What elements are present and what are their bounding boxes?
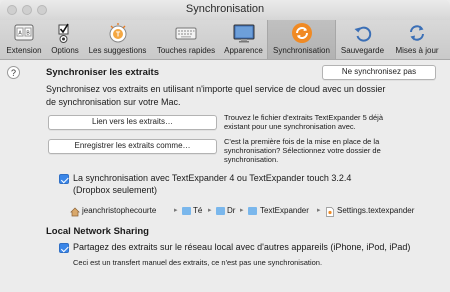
file-icon: [326, 207, 334, 217]
tab-updates[interactable]: Mises à jour: [389, 20, 445, 59]
home-icon: [70, 207, 80, 217]
path-segment-4: TextExpander: [260, 206, 309, 215]
link-note-line1: Trouvez le fichier d'extraits TextExpand…: [224, 113, 384, 122]
updates-icon: [410, 25, 424, 41]
folder-icon: [248, 207, 257, 215]
tab-extension-label: Extension: [6, 46, 42, 55]
tab-extension[interactable]: A B Extension: [2, 20, 46, 59]
sync-icon: [291, 23, 312, 43]
path-segment-file: Settings.textexpander: [337, 206, 415, 215]
tab-options[interactable]: Options: [47, 20, 83, 59]
save-snippets-button[interactable]: Enregistrer les extraits comme…: [48, 139, 217, 154]
extension-icon: A B: [14, 24, 34, 41]
share-local-label: Partagez des extraits sur le réseau loca…: [73, 242, 411, 252]
toolbar: A B Extension Options T Les suggestions …: [0, 20, 450, 60]
appearance-icon: [233, 24, 254, 43]
share-local-note: Ceci est un transfert manuel des extrait…: [73, 258, 323, 267]
svg-text:T: T: [115, 32, 120, 39]
link-note-line2: existant pour une synchronisation avec.: [224, 122, 356, 131]
local-network-heading: Local Network Sharing: [46, 226, 149, 237]
save-note-line2: synchronisation? Sélectionnez votre doss…: [224, 146, 381, 155]
tab-hotkeys[interactable]: Touches rapides: [152, 20, 220, 59]
tab-updates-label: Mises à jour: [395, 46, 439, 55]
te4-sync-label-line2: (Dropbox seulement): [73, 185, 158, 195]
tab-suggestions-label: Les suggestions: [88, 46, 147, 55]
window-title: Synchronisation: [185, 3, 265, 15]
tab-backup-label: Sauvegarde: [340, 46, 385, 55]
tab-synchronisation-label: Synchronisation: [273, 46, 330, 55]
tab-options-label: Options: [51, 46, 79, 55]
sync-description-line2: de synchronisation sur votre Mac.: [46, 97, 181, 107]
help-button[interactable]: ?: [7, 66, 20, 79]
te4-sync-label-line1: La synchronisation avec TextExpander 4 o…: [73, 173, 352, 183]
link-snippets-button[interactable]: Lien vers les extraits…: [48, 115, 217, 130]
path-separator-icon: ▸: [174, 207, 178, 214]
tab-hotkeys-label: Touches rapides: [156, 46, 216, 55]
path-separator-icon: ▸: [240, 207, 244, 214]
tab-appearance[interactable]: Apparence: [221, 20, 266, 59]
keyboard-icon: [175, 27, 197, 40]
save-note-line3: synchronisation.: [224, 155, 279, 164]
path-segment-2: Té: [193, 206, 203, 215]
tab-appearance-label: Apparence: [224, 46, 263, 55]
options-icon: [58, 23, 69, 43]
path-separator-icon: ▸: [317, 207, 321, 214]
title-bar: Synchronisation: [0, 0, 450, 20]
tab-backup[interactable]: Sauvegarde: [337, 20, 388, 59]
sync-heading: Synchroniser les extraits: [46, 67, 159, 78]
folder-icon: [182, 207, 191, 215]
sync-description-line1: Synchronisez vos extraits en utilisant n…: [46, 84, 386, 94]
backup-icon: [354, 26, 371, 42]
path-separator-icon: ▸: [208, 207, 212, 214]
path-segment-3: Dr: [227, 206, 236, 215]
path-segment-home: jeanchristophecourte: [82, 206, 157, 215]
suggestions-icon: T: [109, 23, 126, 43]
save-note-line1: C'est la première fois de la mise en pla…: [224, 137, 380, 146]
preferences-window: Synchronisation A B Extension Options T …: [0, 0, 450, 292]
tab-suggestions[interactable]: T Les suggestions: [84, 20, 151, 59]
share-local-checkbox[interactable]: [59, 243, 69, 253]
folder-icon: [216, 207, 225, 215]
te4-sync-checkbox[interactable]: [59, 174, 69, 184]
no-sync-button[interactable]: Ne synchronisez pas: [322, 65, 436, 80]
tab-synchronisation[interactable]: Synchronisation: [267, 20, 336, 59]
